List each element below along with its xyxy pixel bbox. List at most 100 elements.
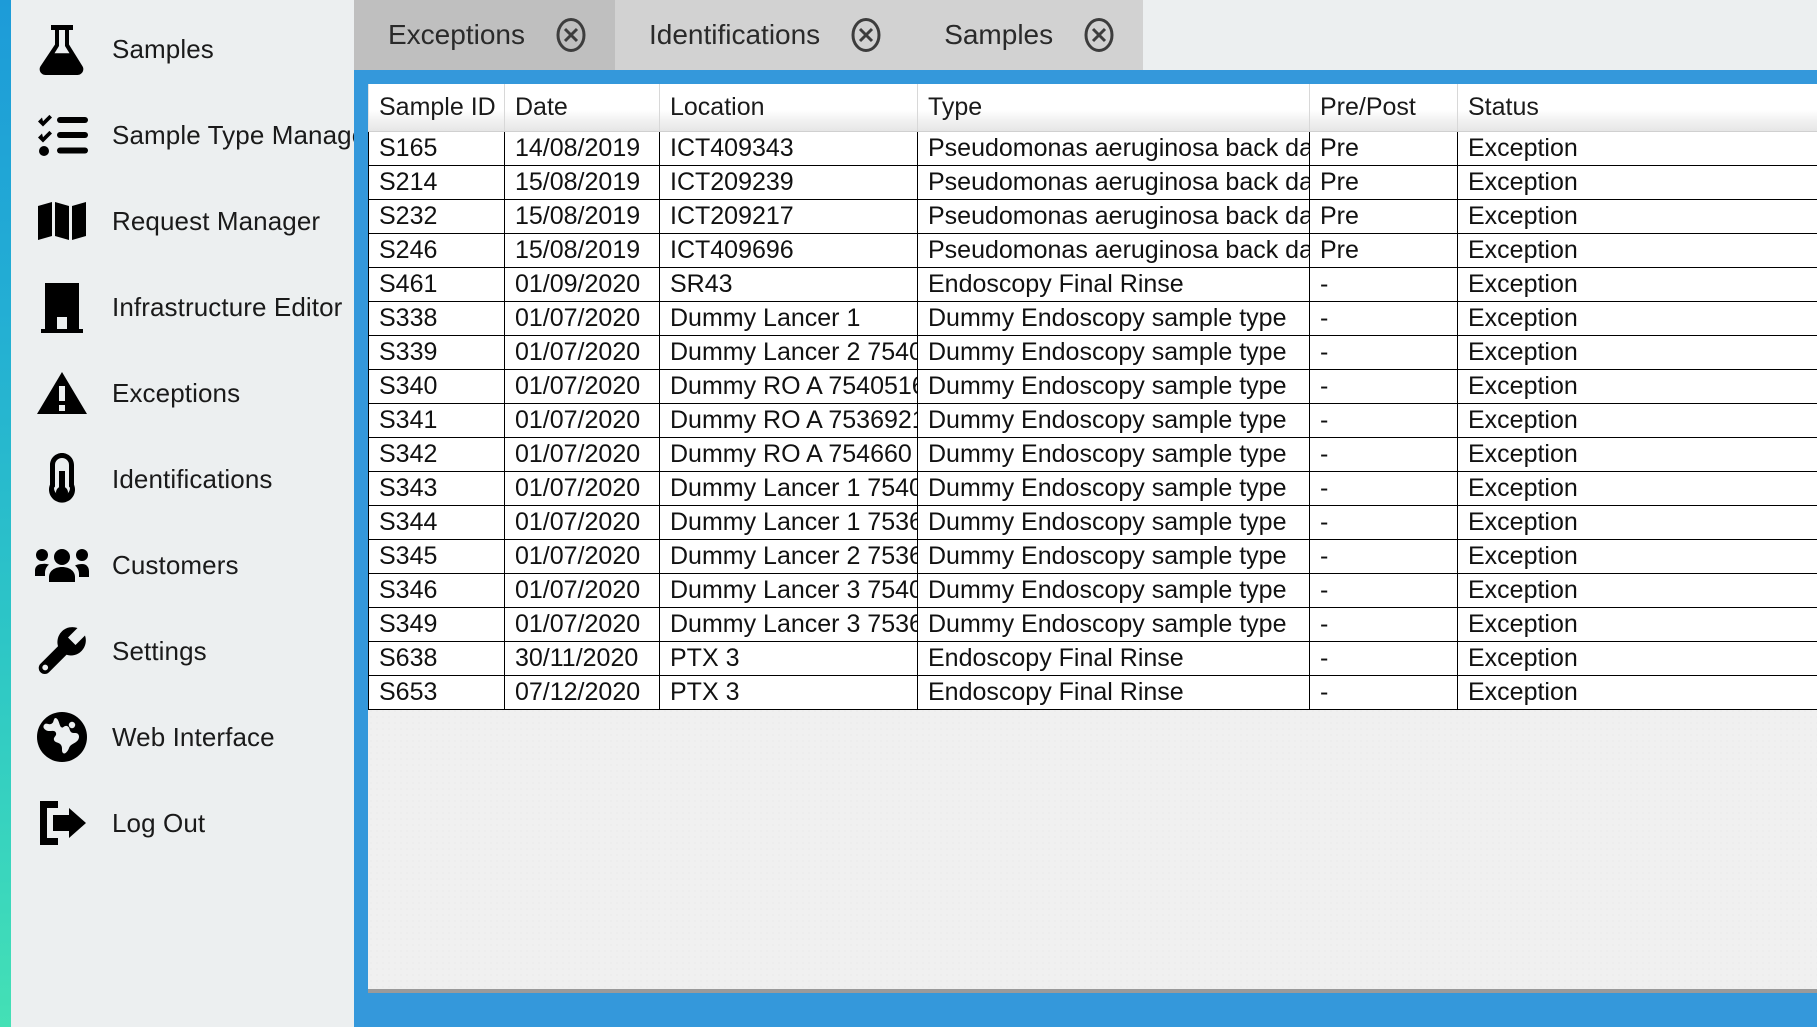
cell-pre-post: - [1309,471,1458,506]
table-row[interactable]: S34901/07/2020Dummy Lancer 3 7536847Dumm… [368,607,1817,642]
cell-pre-post: Pre [1309,199,1458,234]
cell-sample-id: S165 [368,130,505,166]
sidebar-item-label: Infrastructure Editor [112,291,343,322]
cell-sample-id: S653 [368,675,505,710]
table-row[interactable]: S461 01/09/2020 SR43 Endoscopy Final Rinse -… [368,267,1817,302]
table-row[interactable]: S34401/07/2020Dummy Lancer 1 7536316Dumm… [368,505,1817,540]
cell-pre-post: Pre [1309,165,1458,200]
cell-date: 30/11/2020 [504,641,660,676]
cell-sample-id: S214 [368,165,505,200]
column-header-status[interactable]: Status [1457,84,1817,132]
cell-location: Dummy Lancer 2 7536440 [659,539,918,574]
cell-pre-post: Pre [1309,233,1458,268]
application-window: Samples Sample Type Manager Request Mana… [0,0,1817,1027]
cell-location: ICT209217 [659,199,918,234]
table-header-row: Sample ID Date Location Type Pre/Post St… [368,84,1817,132]
column-header-pre-post[interactable]: Pre/Post [1309,84,1458,132]
cell-date: 01/07/2020 [504,607,660,642]
cell-type: Dummy Endoscopy sample type [917,471,1310,506]
exceptions-table: Sample ID Date Location Type Pre/Post St… [368,84,1817,710]
cell-type: Dummy Endoscopy sample type [917,335,1310,370]
cell-location: Dummy Lancer 3 7536847 [659,607,918,642]
cell-status: Exception [1457,505,1817,540]
table-row[interactable]: S638 30/11/2020 PTX 3 Endoscopy Final Rinse… [368,641,1817,676]
sidebar-item-label: Samples [112,33,214,64]
cell-status: Exception [1457,471,1817,506]
sidebar: Samples Sample Type Manager Request Mana… [0,0,354,1027]
cell-location: Dummy RO A 7536921 [659,403,918,438]
cell-pre-post: - [1309,573,1458,608]
table-row[interactable]: S340 01/07/2020 Dummy RO A 7540516 Dummy En… [368,369,1817,404]
sidebar-item-label: Log Out [112,807,206,838]
tab-samples[interactable]: Samples [910,0,1144,70]
cell-type: Endoscopy Final Rinse [917,675,1310,710]
table-row[interactable]: S34601/07/2020Dummy Lancer 3 7540106Dumm… [368,573,1817,608]
cell-sample-id: S344 [368,505,505,540]
sidebar-item-settings[interactable]: Settings [11,608,354,694]
sidebar-item-infrastructure-editor[interactable]: Infrastructure Editor [11,264,354,350]
column-header-type[interactable]: Type [917,84,1310,132]
close-circle-icon[interactable] [1081,17,1117,53]
sidebar-item-request-manager[interactable]: Request Manager [11,178,354,264]
sidebar-item-customers[interactable]: Customers [11,522,354,608]
cell-status: Exception [1457,675,1817,710]
cell-type: Pseudomonas aeruginosa back dated [917,199,1310,234]
cell-date: 15/08/2019 [504,199,660,234]
column-header-date[interactable]: Date [504,84,660,132]
cell-sample-id: S345 [368,539,505,574]
map-icon [31,193,93,249]
cell-date: 15/08/2019 [504,233,660,268]
cell-sample-id: S340 [368,369,505,404]
table-row[interactable]: S246 15/08/2019 ICT409696 Pseudomonas aerug… [368,233,1817,268]
cell-sample-id: S349 [368,607,505,642]
cell-pre-post: - [1309,641,1458,676]
sidebar-item-web-interface[interactable]: Web Interface [11,694,354,780]
cell-type: Dummy Endoscopy sample type [917,505,1310,540]
table-row[interactable]: S232 15/08/2019 ICT209217 Pseudomonas aerug… [368,199,1817,234]
table-row[interactable]: S338 01/07/2020 Dummy Lancer 1 Dummy Endosc… [368,301,1817,336]
tab-identifications[interactable]: Identifications [614,0,911,70]
cell-location: Dummy Lancer 2 7540105 [659,335,918,370]
checklist-icon [31,107,93,163]
cell-pre-post: - [1309,369,1458,404]
cell-location: Dummy Lancer 3 7540106 [659,573,918,608]
sidebar-item-identifications[interactable]: Identifications [11,436,354,522]
table-row[interactable]: S34301/07/2020Dummy Lancer 1 7540356Dumm… [368,471,1817,506]
cell-status: Exception [1457,267,1817,302]
table-row[interactable]: S34501/07/2020Dummy Lancer 2 7536440Dumm… [368,539,1817,574]
close-circle-icon[interactable] [553,17,589,53]
sidebar-item-log-out[interactable]: Log Out [11,780,354,866]
cell-sample-id: S339 [368,335,505,370]
cell-status: Exception [1457,130,1817,166]
table-row[interactable]: S214 15/08/2019 ICT209239 Pseudomonas aerug… [368,165,1817,200]
table-row[interactable]: S165 14/08/2019 ICT409343 Pseudomonas aerug… [368,130,1817,166]
cell-type: Endoscopy Final Rinse [917,641,1310,676]
cell-date: 14/08/2019 [504,130,660,166]
tab-exceptions[interactable]: Exceptions [354,0,615,70]
table-row[interactable]: S33901/07/2020Dummy Lancer 2 7540105Dumm… [368,335,1817,370]
building-icon [31,279,93,335]
tab-strip: Exceptions Identifications Samples [354,0,1817,70]
table-row[interactable]: S653 07/12/2020 PTX 3 Endoscopy Final Rinse… [368,675,1817,710]
cell-location: Dummy Lancer 1 [659,301,918,336]
sidebar-item-exceptions[interactable]: Exceptions [11,350,354,436]
close-circle-icon[interactable] [848,17,884,53]
cell-status: Exception [1457,369,1817,404]
column-header-sample-id[interactable]: Sample ID [368,84,505,132]
cell-sample-id: S343 [368,471,505,506]
sidebar-item-samples[interactable]: Samples [11,6,354,92]
cell-location: ICT409696 [659,233,918,268]
table-body: S165 14/08/2019 ICT409343 Pseudomonas aerug… [368,130,1817,710]
cell-date: 01/07/2020 [504,471,660,506]
cell-type: Dummy Endoscopy sample type [917,539,1310,574]
table-row[interactable]: S341 01/07/2020 Dummy RO A 7536921 Dummy En… [368,403,1817,438]
cell-location: SR43 [659,267,918,302]
sidebar-item-sample-type-manager[interactable]: Sample Type Manager [11,92,354,178]
sidebar-item-label: Identifications [112,463,273,494]
cell-location: ICT209239 [659,165,918,200]
cell-sample-id: S346 [368,573,505,608]
cell-status: Exception [1457,403,1817,438]
table-row[interactable]: S342 01/07/2020 Dummy RO A 754660 Dummy End… [368,437,1817,472]
sidebar-item-label: Exceptions [112,377,241,408]
column-header-location[interactable]: Location [659,84,918,132]
